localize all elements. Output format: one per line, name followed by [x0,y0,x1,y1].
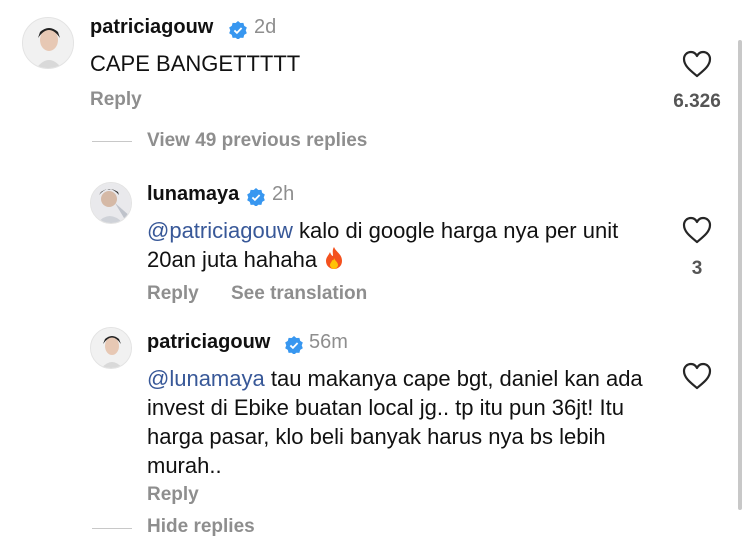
mention-link[interactable]: @patriciagouw [147,218,293,243]
view-previous-replies-button[interactable]: View 49 previous replies [147,130,367,152]
thread-line [92,141,132,142]
reply-button[interactable]: Reply [90,89,142,111]
avatar[interactable] [90,327,132,369]
avatar-image [91,183,131,223]
verified-badge-icon [247,188,265,206]
mention-link[interactable]: @lunamaya [147,366,265,391]
comment-time: 2h [272,183,295,205]
thread-line [92,528,132,529]
comment-text: @lunamaya tau makanya cape bgt, daniel k… [147,364,652,480]
like-count: 6.326 [673,91,721,112]
avatar[interactable] [90,182,132,224]
reply-button[interactable]: Reply [147,484,199,506]
comment-text: @patriciagouw kalo di google harga nya p… [147,216,652,274]
comment-time: 56m [309,331,348,353]
comment-username[interactable]: patriciagouw [147,331,270,354]
avatar[interactable] [22,17,74,69]
hide-replies-button[interactable]: Hide replies [147,516,255,538]
avatar-image [91,328,131,368]
fire-emoji-icon [326,247,343,269]
comment-username[interactable]: lunamaya [147,183,239,206]
avatar-image [23,18,73,68]
comment-text: CAPE BANGETTTTT [90,51,301,76]
heart-icon[interactable] [682,50,712,78]
like-count: 3 [691,258,703,279]
verified-badge-icon [285,336,303,354]
scrollbar[interactable] [738,40,742,510]
see-translation-button[interactable]: See translation [231,283,367,305]
reply-button[interactable]: Reply [147,283,199,305]
heart-icon[interactable] [682,362,712,390]
comment-time: 2d [254,16,277,38]
comment-username[interactable]: patriciagouw [90,16,213,39]
heart-icon[interactable] [682,216,712,244]
verified-badge-icon [229,21,247,39]
